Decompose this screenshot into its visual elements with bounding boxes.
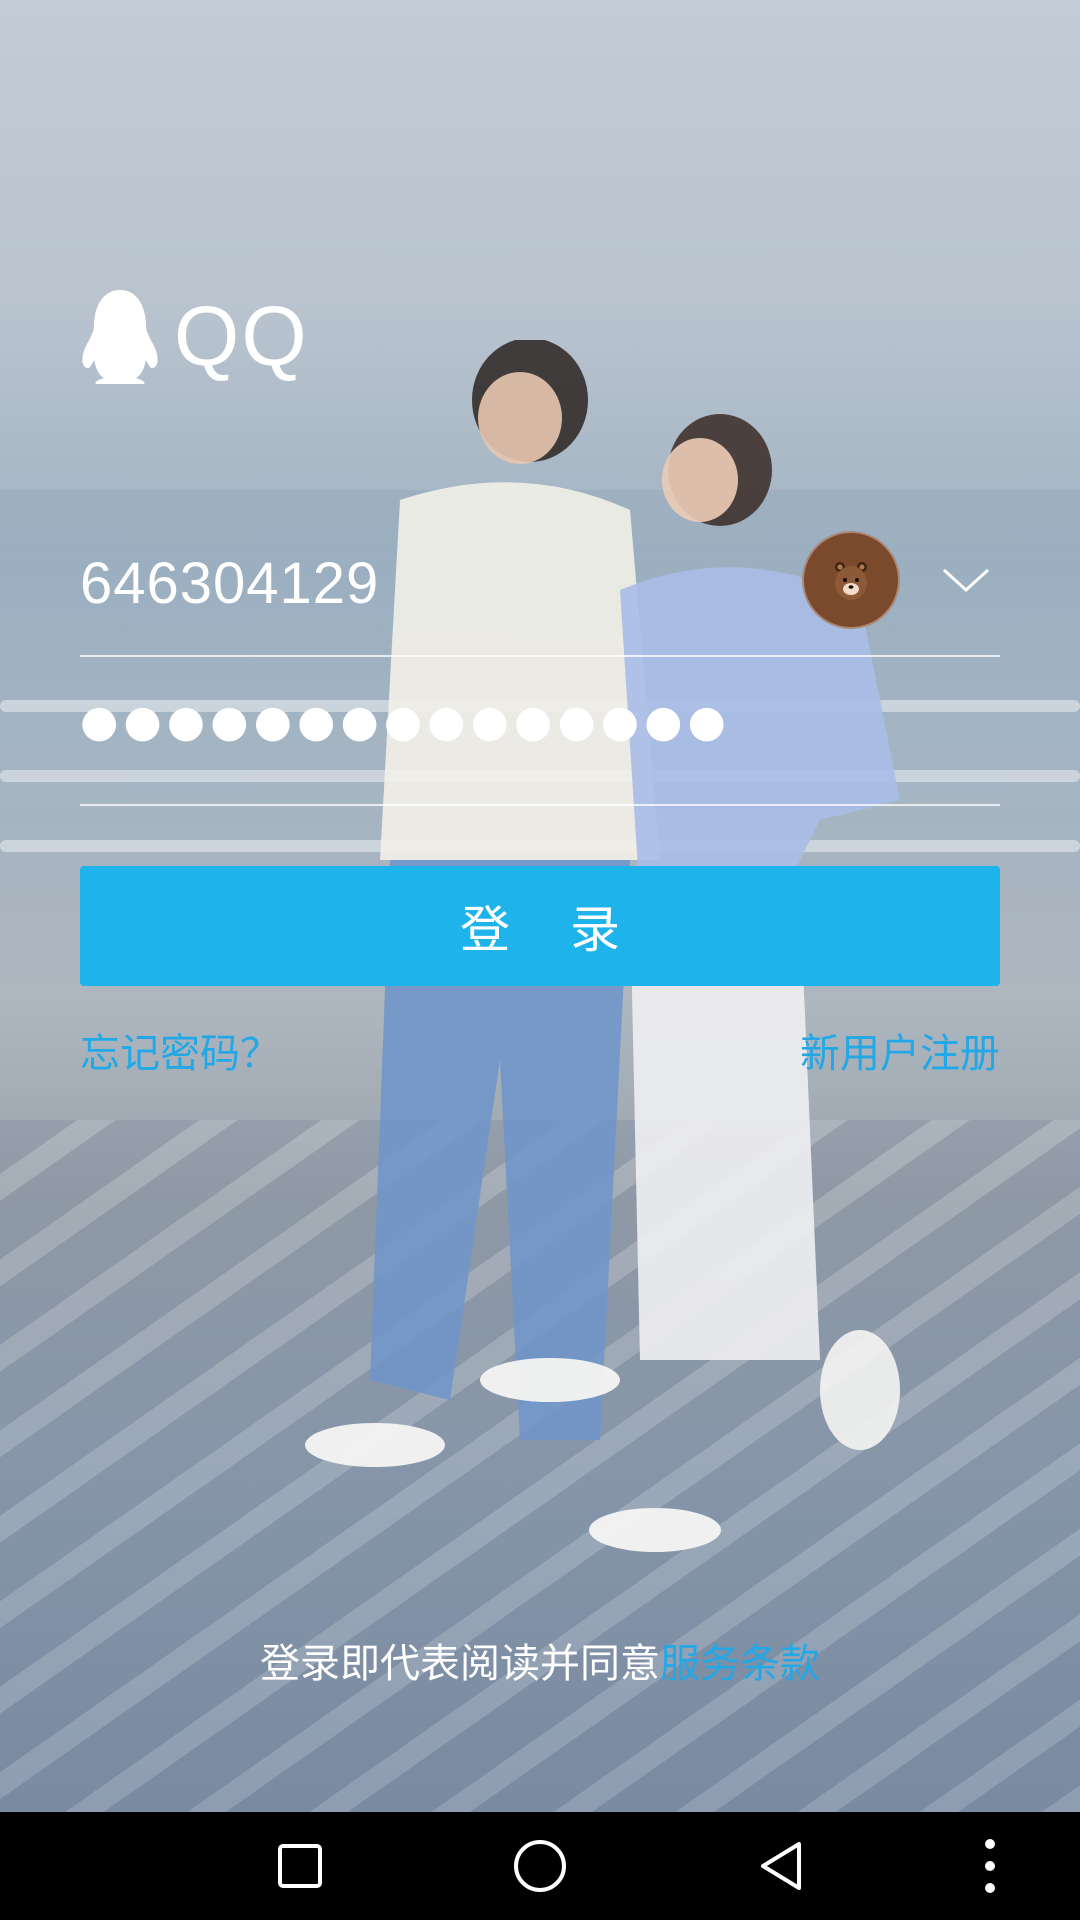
password-field[interactable]: ●●●●●●●●●●●●●●● <box>80 690 1000 806</box>
chevron-down-icon[interactable] <box>938 558 994 598</box>
square-recent-apps-icon <box>278 1844 322 1888</box>
login-button[interactable]: 登 录 <box>80 866 1000 986</box>
home-button[interactable] <box>490 1812 590 1920</box>
bear-avatar-icon[interactable] <box>802 531 900 629</box>
more-options-button[interactable] <box>960 1812 1020 1920</box>
logo-text: QQ <box>174 289 309 383</box>
password-input[interactable]: ●●●●●●●●●●●●●●● <box>80 700 731 744</box>
register-link[interactable]: 新用户注册 <box>800 1026 1000 1082</box>
forgot-password-link[interactable]: 忘记密码？ <box>80 1026 280 1082</box>
qq-logo: QQ <box>80 286 309 386</box>
circle-home-icon <box>514 1840 566 1892</box>
login-screen: QQ 646304129 ●●●●●●●●●●●●●●● 登 录 忘记密码？ 新… <box>0 0 1080 1920</box>
terms-notice: 登录即代表阅读并同意服务条款 <box>0 1636 1080 1692</box>
terms-prefix-text: 登录即代表阅读并同意 <box>260 1641 660 1687</box>
vertical-dots-menu-icon <box>985 1839 995 1893</box>
account-input[interactable]: 646304129 <box>80 550 379 617</box>
triangle-back-icon <box>761 1842 801 1890</box>
back-button[interactable] <box>730 1812 830 1920</box>
system-nav-bar <box>0 1812 1080 1920</box>
terms-of-service-link[interactable]: 服务条款 <box>660 1641 820 1687</box>
recent-apps-button[interactable] <box>250 1812 350 1920</box>
bear-face-icon <box>835 562 867 600</box>
qq-penguin-icon <box>82 290 158 384</box>
account-field[interactable]: 646304129 <box>80 530 1000 657</box>
